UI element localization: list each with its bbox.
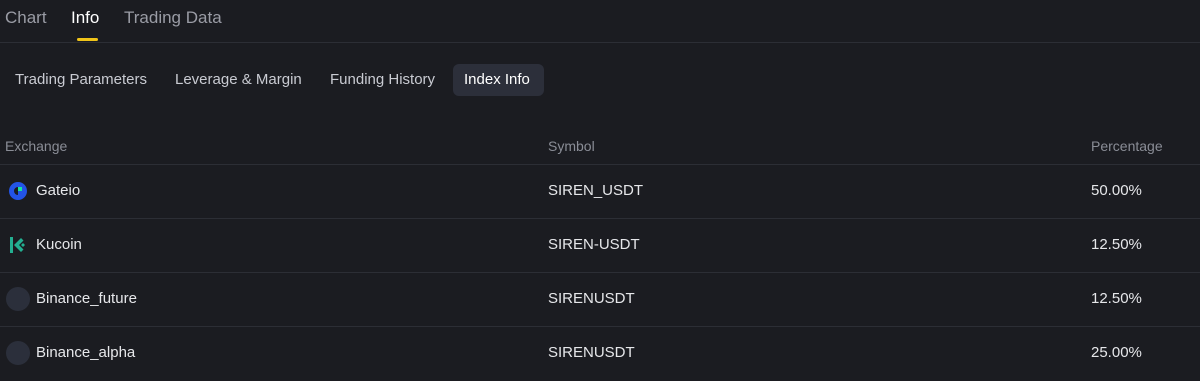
subtab-funding-history[interactable]: Funding History — [330, 64, 435, 96]
tab-trading-data[interactable]: Trading Data — [124, 8, 222, 28]
subtab-index-info[interactable]: Index Info — [453, 64, 544, 96]
placeholder-logo-icon — [6, 341, 30, 365]
exchange-name: Binance_future — [36, 290, 137, 307]
symbol-value: SIRENUSDT — [548, 344, 635, 361]
column-header-exchange: Exchange — [5, 138, 68, 154]
top-tab-bar: Chart Info Trading Data — [0, 0, 1200, 43]
percentage-value: 12.50% — [1091, 236, 1142, 253]
index-info-table: Exchange Symbol Percentage Gateio SIREN_… — [0, 130, 1200, 381]
table-row: Binance_alpha SIRENUSDT 25.00% — [0, 327, 1200, 381]
tab-info[interactable]: Info — [71, 8, 99, 28]
table-row: Gateio SIREN_USDT 50.00% — [0, 165, 1200, 219]
table-row: Kucoin SIREN-USDT 12.50% — [0, 219, 1200, 273]
symbol-value: SIREN_USDT — [548, 182, 644, 199]
table-row: Binance_future SIRENUSDT 12.50% — [0, 273, 1200, 327]
gateio-logo-icon — [6, 179, 30, 203]
exchange-name: Kucoin — [36, 236, 82, 253]
exchange-name: Gateio — [36, 182, 81, 199]
symbol-value: SIRENUSDT — [548, 290, 635, 307]
subtab-leverage-margin[interactable]: Leverage & Margin — [175, 64, 302, 96]
column-header-symbol: Symbol — [548, 138, 595, 154]
placeholder-logo-icon — [6, 287, 30, 311]
kucoin-logo-icon — [6, 233, 30, 257]
tab-chart[interactable]: Chart — [5, 8, 47, 28]
percentage-value: 25.00% — [1091, 344, 1142, 361]
symbol-value: SIREN-USDT — [548, 236, 640, 253]
active-tab-indicator — [77, 38, 98, 41]
percentage-value: 50.00% — [1091, 182, 1142, 199]
percentage-value: 12.50% — [1091, 290, 1142, 307]
column-header-percentage: Percentage — [1091, 138, 1163, 154]
subtab-trading-parameters[interactable]: Trading Parameters — [15, 64, 147, 96]
sub-tab-bar: Trading Parameters Leverage & Margin Fun… — [0, 64, 1200, 96]
table-header: Exchange Symbol Percentage — [0, 130, 1200, 165]
exchange-name: Binance_alpha — [36, 344, 136, 361]
